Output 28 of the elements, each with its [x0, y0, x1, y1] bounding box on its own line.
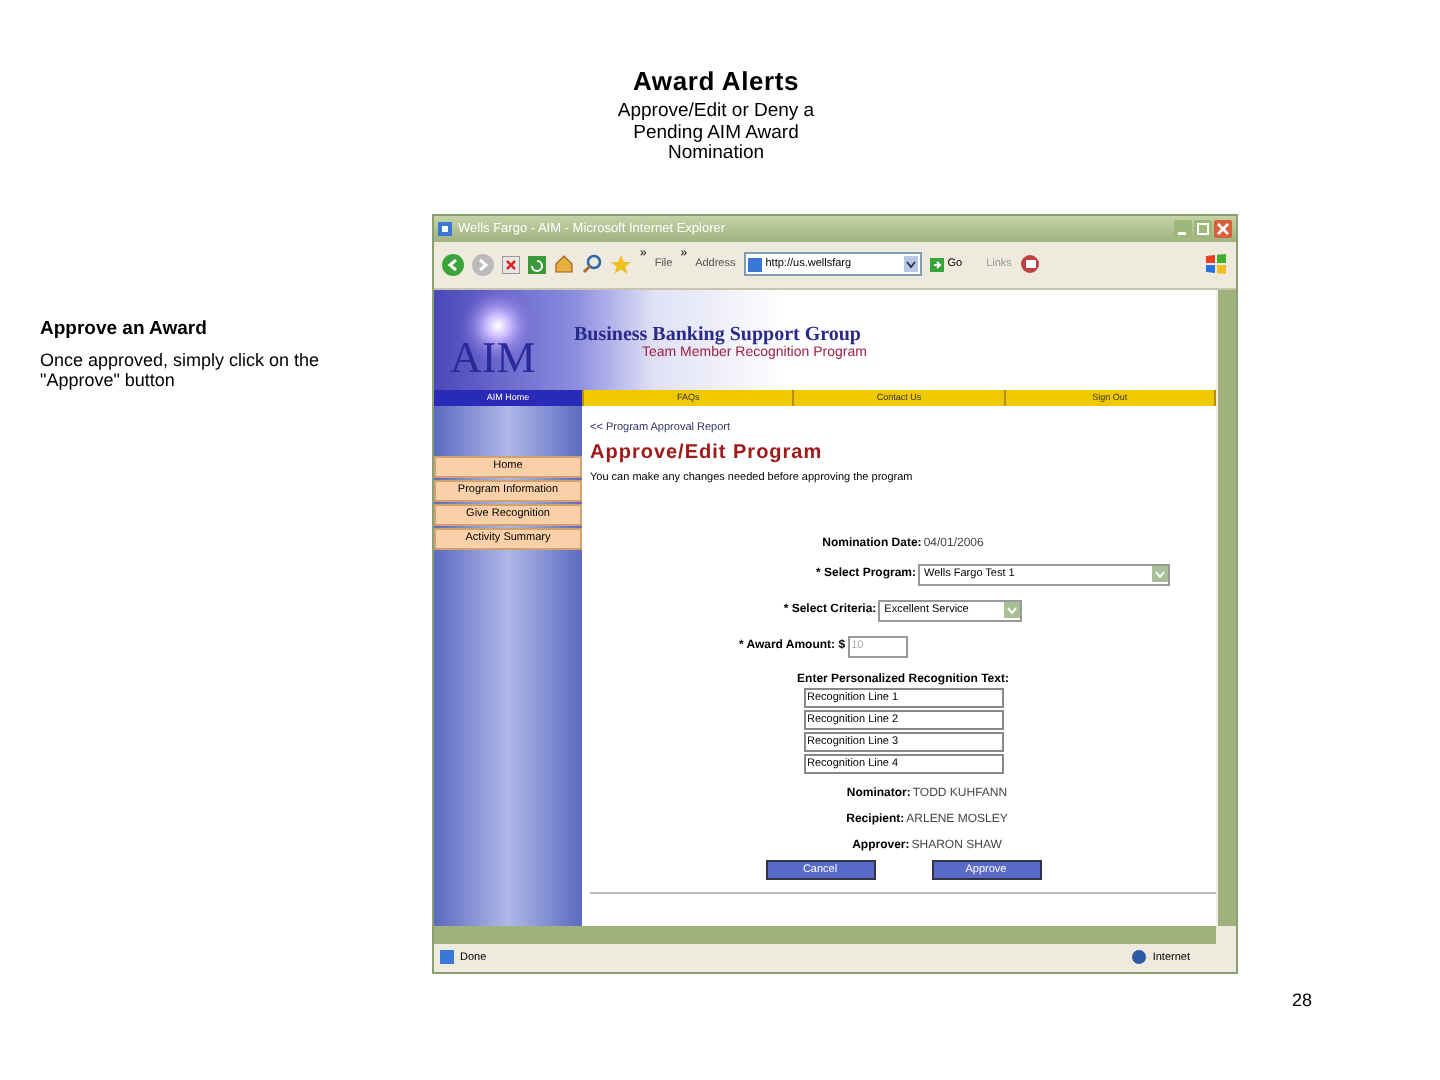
star-icon[interactable] — [610, 253, 632, 275]
search-icon[interactable] — [582, 254, 602, 274]
globe-icon — [1132, 950, 1147, 964]
slide-subtitle-line: Approve/Edit or Deny a — [617, 102, 815, 123]
windows-logo-icon[interactable] — [1204, 252, 1228, 276]
page-icon — [440, 950, 454, 964]
vertical-scrollbar[interactable] — [1216, 289, 1236, 925]
dropdown-icon[interactable] — [903, 256, 918, 272]
page-icon[interactable] — [747, 257, 762, 271]
back-icon[interactable] — [442, 253, 464, 275]
close-button[interactable] — [1214, 219, 1232, 237]
minimize-button[interactable] — [1174, 219, 1192, 237]
stop-icon[interactable] — [502, 255, 520, 273]
ie-icon[interactable] — [438, 221, 452, 235]
refresh-icon[interactable] — [528, 255, 546, 273]
slide-title: Award Alerts — [632, 66, 800, 96]
forward-icon[interactable] — [472, 253, 494, 275]
page-heading: Approve/Edit Program — [590, 441, 825, 463]
page-number: 28 — [1292, 990, 1313, 1010]
note-text: Once approved, simply click on the "Approve" button — [40, 349, 322, 391]
slide-subtitle-line: Pending AIM Award — [633, 123, 799, 144]
site-title: Business Banking Support Group — [574, 323, 863, 345]
home-icon[interactable] — [554, 254, 574, 274]
arrow-icon[interactable] — [929, 257, 944, 271]
mail-icon[interactable] — [1019, 254, 1042, 274]
maximize-button[interactable] — [1194, 219, 1212, 237]
slide-subtitle-line: Nomination — [667, 144, 765, 165]
note-heading: Approve an Award — [40, 317, 209, 339]
